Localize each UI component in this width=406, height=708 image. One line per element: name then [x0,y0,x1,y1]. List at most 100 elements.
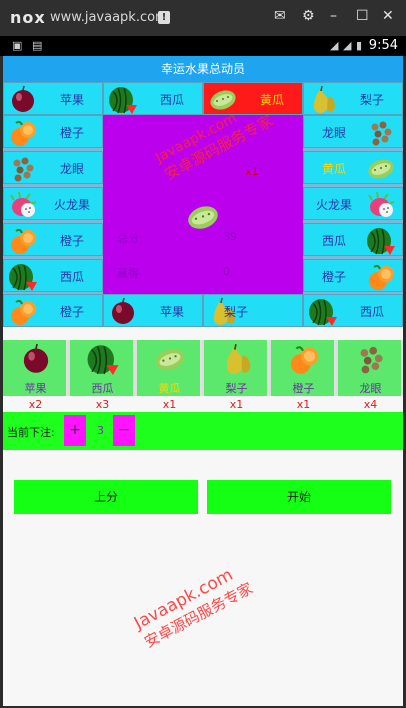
bet-option-label: 西瓜 [91,382,114,395]
apple-icon [8,85,38,114]
bet-option-watermelon[interactable]: 西瓜 [70,340,135,396]
stake-value: 3 [97,424,104,437]
score-value: 39 [223,230,237,243]
minimize-icon[interactable]: – [330,8,337,24]
info-icon[interactable]: ! [158,11,170,24]
board-cell-apple: 苹果 [103,294,203,327]
board-cell-label: 西瓜 [322,234,347,248]
watermelon-icon [86,343,120,375]
apple-icon [19,343,53,375]
board-cell-label: 西瓜 [360,305,385,319]
board-cell-watermelon: 西瓜 [303,294,403,327]
board-cell-label: 西瓜 [160,93,185,107]
watermelon-icon [366,226,396,255]
emulator-logo: nox [10,8,46,27]
maximize-icon[interactable]: ☐ [356,8,369,24]
battery-icon: ▮ [356,39,363,52]
board-cell-pear: 梨子 [203,294,303,327]
longan-icon [354,343,388,375]
bet-option-label: 龙眼 [359,382,382,395]
bet-option-label: 苹果 [24,382,47,395]
signal-icon: ◢ [343,39,352,52]
stake-bar: 当前下注: + 3 − [3,412,403,450]
bet-multiplier: x1 [162,398,177,411]
bet-multiplier: x3 [95,398,110,411]
bet-option-label: 黄瓜 [158,382,181,395]
board-cell-cucumber: 黄瓜 [303,151,403,184]
bet-options: 苹果 西瓜 黄瓜 梨子 橙子 龙眼 [3,340,403,396]
orange-icon [366,262,396,291]
bet-multipliers: x2 x3 x1 x1 x1 x4 [3,396,403,412]
orange-icon [287,343,321,375]
board-cell-orange: 橙子 [3,115,103,148]
watermelon-icon [308,297,338,326]
win-value: 0 [223,265,230,278]
bet-multiplier: x4 [363,398,378,411]
center-multiplier: x1 [245,165,259,178]
board-cell-pear: 梨子 [303,82,403,115]
app-window: 幸运水果总动员 苹果 西瓜 黄瓜 梨子 橙子 龙眼 火龙果 橙子 西瓜 龙眼 黄瓜 火龙果 西瓜 橙子 橙子… [3,56,403,706]
gear-icon[interactable]: ⚙ [302,8,315,24]
board-cell-longan: 龙眼 [303,115,403,148]
board-cell-label: 龙眼 [322,126,347,140]
board-cell-label: 火龙果 [316,198,353,212]
cucumber-icon [366,154,396,183]
board-cell-watermelon: 西瓜 [303,223,403,256]
board-cell-label: 橙子 [60,305,85,319]
orange-icon [8,226,38,255]
bet-option-orange[interactable]: 橙子 [271,340,336,396]
board-cell-label: 橙子 [60,234,85,248]
clock: 9:54 [368,38,398,53]
pear-icon [220,343,254,375]
watermelon-icon [8,262,38,291]
board-cell-label: 梨子 [360,93,385,107]
score-label: 总分 [117,232,139,245]
fruit-board: 苹果 西瓜 黄瓜 梨子 橙子 龙眼 火龙果 橙子 西瓜 龙眼 黄瓜 火龙果 西瓜 橙子 橙子 苹果 梨子 西瓜 x… [3,82,403,327]
orange-icon [8,297,38,326]
dragonfruit-icon [366,190,396,219]
board-cell-apple: 苹果 [3,82,103,115]
board-cell-watermelon: 西瓜 [3,259,103,292]
watermelon-icon [108,85,138,114]
android-status-bar: ▣ ▤ ◢ ◢ ▮ 9:54 [0,36,406,56]
board-cell-longan: 龙眼 [3,151,103,184]
stake-plus-button[interactable]: + [64,415,86,446]
stake-minus-button[interactable]: − [113,415,135,446]
cucumber-icon [153,343,187,375]
bet-option-apple[interactable]: 苹果 [3,340,68,396]
board-cell-label: 龙眼 [60,162,85,176]
add-credit-button[interactable]: 上分 [14,480,198,514]
bet-option-label: 梨子 [225,382,248,395]
close-icon[interactable]: ✕ [382,8,394,24]
bet-option-longan[interactable]: 龙眼 [338,340,403,396]
board-cell-orange: 橙子 [3,294,103,327]
board-cell-label: 橙子 [322,270,347,284]
board-cell-dragonfruit: 火龙果 [3,187,103,220]
mail-icon[interactable]: ✉ [274,8,286,24]
center-cucumber-icon [188,206,218,229]
app-title: 幸运水果总动员 [3,56,403,82]
orange-icon [8,118,38,147]
win-label: 赢得 [117,267,139,280]
board-cell-label: 黄瓜 [322,162,347,176]
board-cell-label: 苹果 [160,305,185,319]
android-icon: ▣ [12,39,23,52]
bet-option-cucumber[interactable]: 黄瓜 [137,340,202,396]
longan-icon [8,154,38,183]
board-cell-label: 苹果 [60,93,85,107]
apple-icon [108,297,138,326]
wifi-icon: ◢ [330,39,339,52]
board-cell-orange: 橙子 [3,223,103,256]
emulator-title-bar: nox www.javaapk.com ! ✉ ⚙ – ☐ ✕ [0,0,406,36]
start-button[interactable]: 开始 [207,480,391,514]
bet-multiplier: x1 [229,398,244,411]
bet-option-label: 橙子 [292,382,315,395]
board-cell-label: 西瓜 [60,270,85,284]
dragonfruit-icon [8,190,38,219]
emulator-url: www.javaapk.com [50,10,168,25]
bet-option-pear[interactable]: 梨子 [204,340,269,396]
pear-icon [308,85,338,114]
bet-multiplier: x1 [296,398,311,411]
sd-card-icon: ▤ [32,39,43,52]
board-cell-label: 火龙果 [54,198,91,212]
